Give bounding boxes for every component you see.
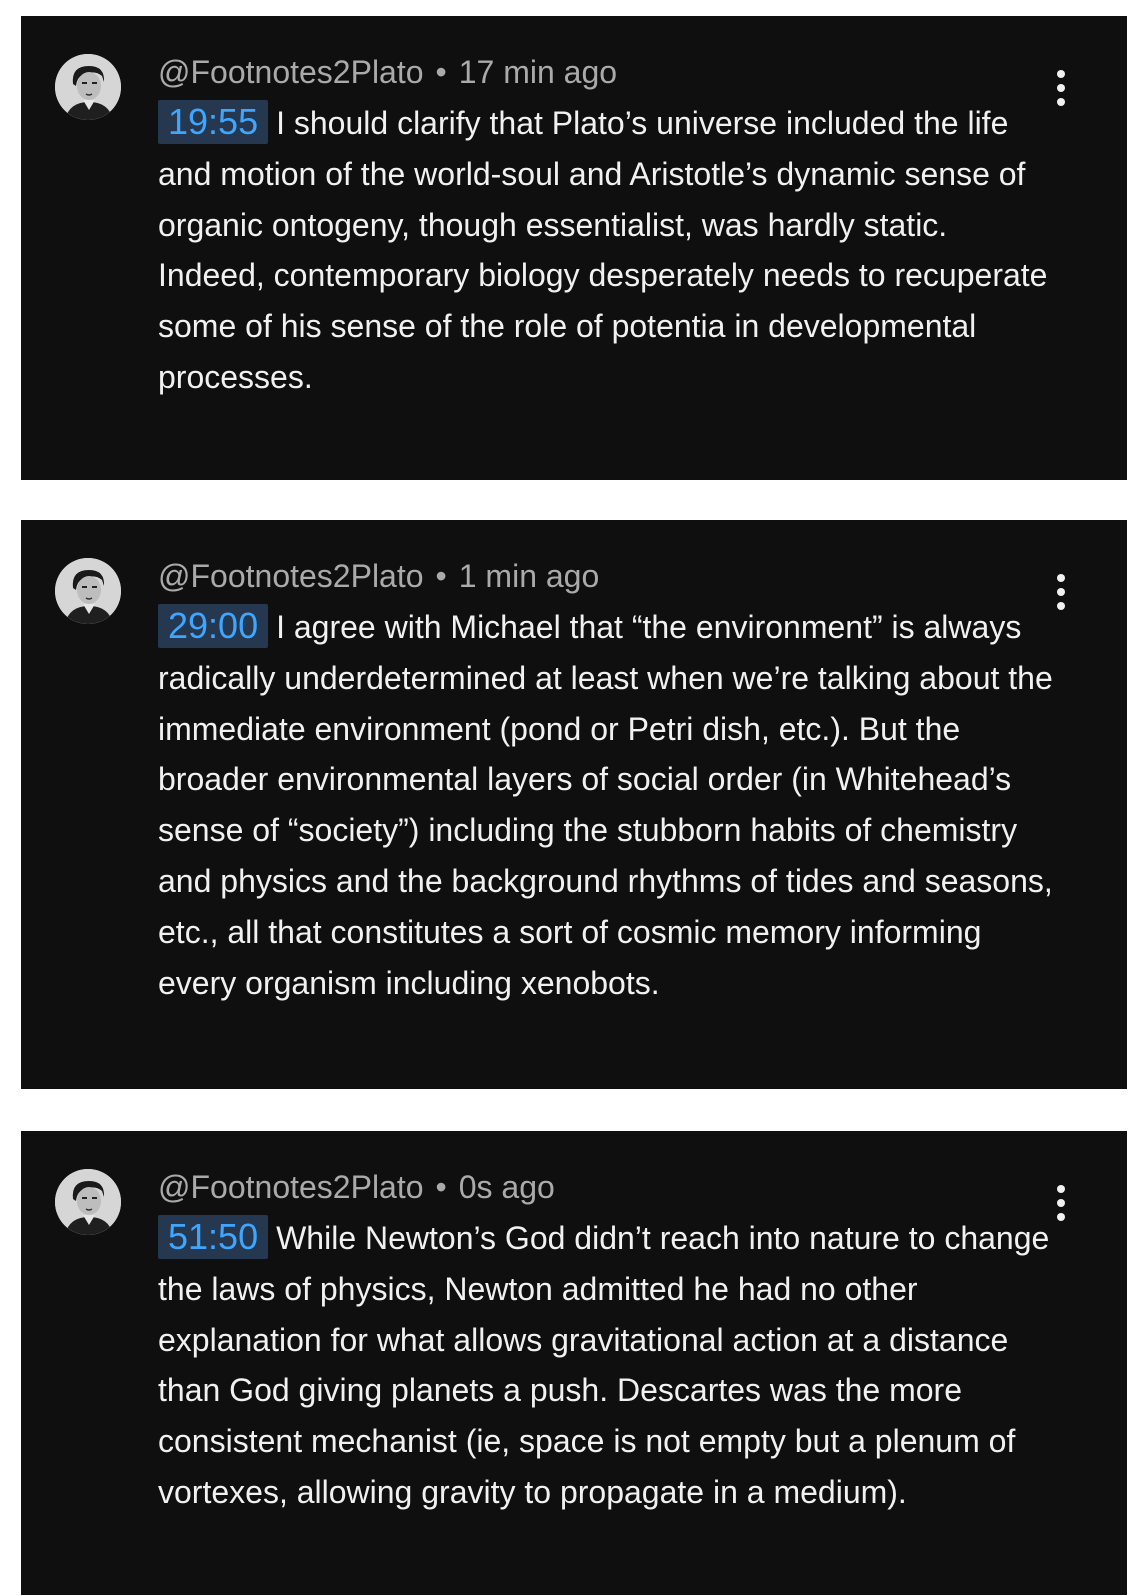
meta-separator: •: [435, 1169, 447, 1205]
comment-card: @Footnotes2Plato • 17 min ago 19:55 I shoul…: [21, 16, 1127, 480]
author-name[interactable]: @Footnotes2Plato: [158, 1169, 424, 1205]
comment-body: @Footnotes2Plato • 17 min ago 19:55 I shoul…: [158, 52, 1058, 403]
more-vertical-icon[interactable]: [1051, 68, 1071, 108]
comment-meta: @Footnotes2Plato • 1 min ago: [158, 556, 1058, 596]
meta-separator: •: [435, 54, 447, 90]
timestamp-link[interactable]: 29:00: [158, 604, 269, 648]
comment-card: @Footnotes2Plato • 0s ago 51:50 While Newto…: [21, 1131, 1127, 1595]
author-avatar[interactable]: [55, 54, 121, 120]
comment-text: 19:55 I should clarify that Plato’s unive…: [158, 98, 1058, 403]
avatar-portrait-icon: [55, 54, 121, 120]
more-vertical-icon[interactable]: [1051, 572, 1071, 612]
timestamp-link[interactable]: 51:50: [158, 1215, 269, 1259]
comment-body: @Footnotes2Plato • 0s ago 51:50 While Newto…: [158, 1167, 1058, 1518]
author-avatar[interactable]: [55, 558, 121, 624]
avatar-portrait-icon: [55, 1169, 121, 1235]
comment-card: @Footnotes2Plato • 1 min ago 29:00 I agree …: [21, 520, 1127, 1089]
author-name[interactable]: @Footnotes2Plato: [158, 54, 424, 90]
author-name[interactable]: @Footnotes2Plato: [158, 558, 424, 594]
comment-time[interactable]: 0s ago: [459, 1169, 555, 1205]
comment-time[interactable]: 1 min ago: [459, 558, 600, 594]
timestamp-link[interactable]: 19:55: [158, 100, 269, 144]
author-avatar[interactable]: [55, 1169, 121, 1235]
comment-content: I agree with Michael that “the environme…: [158, 609, 1053, 1001]
comment-content: I should clarify that Plato’s universe i…: [158, 105, 1048, 395]
comment-time[interactable]: 17 min ago: [459, 54, 617, 90]
comment-meta: @Footnotes2Plato • 17 min ago: [158, 52, 1058, 92]
comment-body: @Footnotes2Plato • 1 min ago 29:00 I agree …: [158, 556, 1058, 1008]
avatar-portrait-icon: [55, 558, 121, 624]
comment-content: While Newton’s God didn’t reach into nat…: [158, 1220, 1050, 1510]
comment-meta: @Footnotes2Plato • 0s ago: [158, 1167, 1058, 1207]
meta-separator: •: [435, 558, 447, 594]
more-vertical-icon[interactable]: [1051, 1183, 1071, 1223]
comment-text: 51:50 While Newton’s God didn’t reach int…: [158, 1213, 1058, 1518]
comment-text: 29:00 I agree with Michael that “the envi…: [158, 602, 1058, 1008]
